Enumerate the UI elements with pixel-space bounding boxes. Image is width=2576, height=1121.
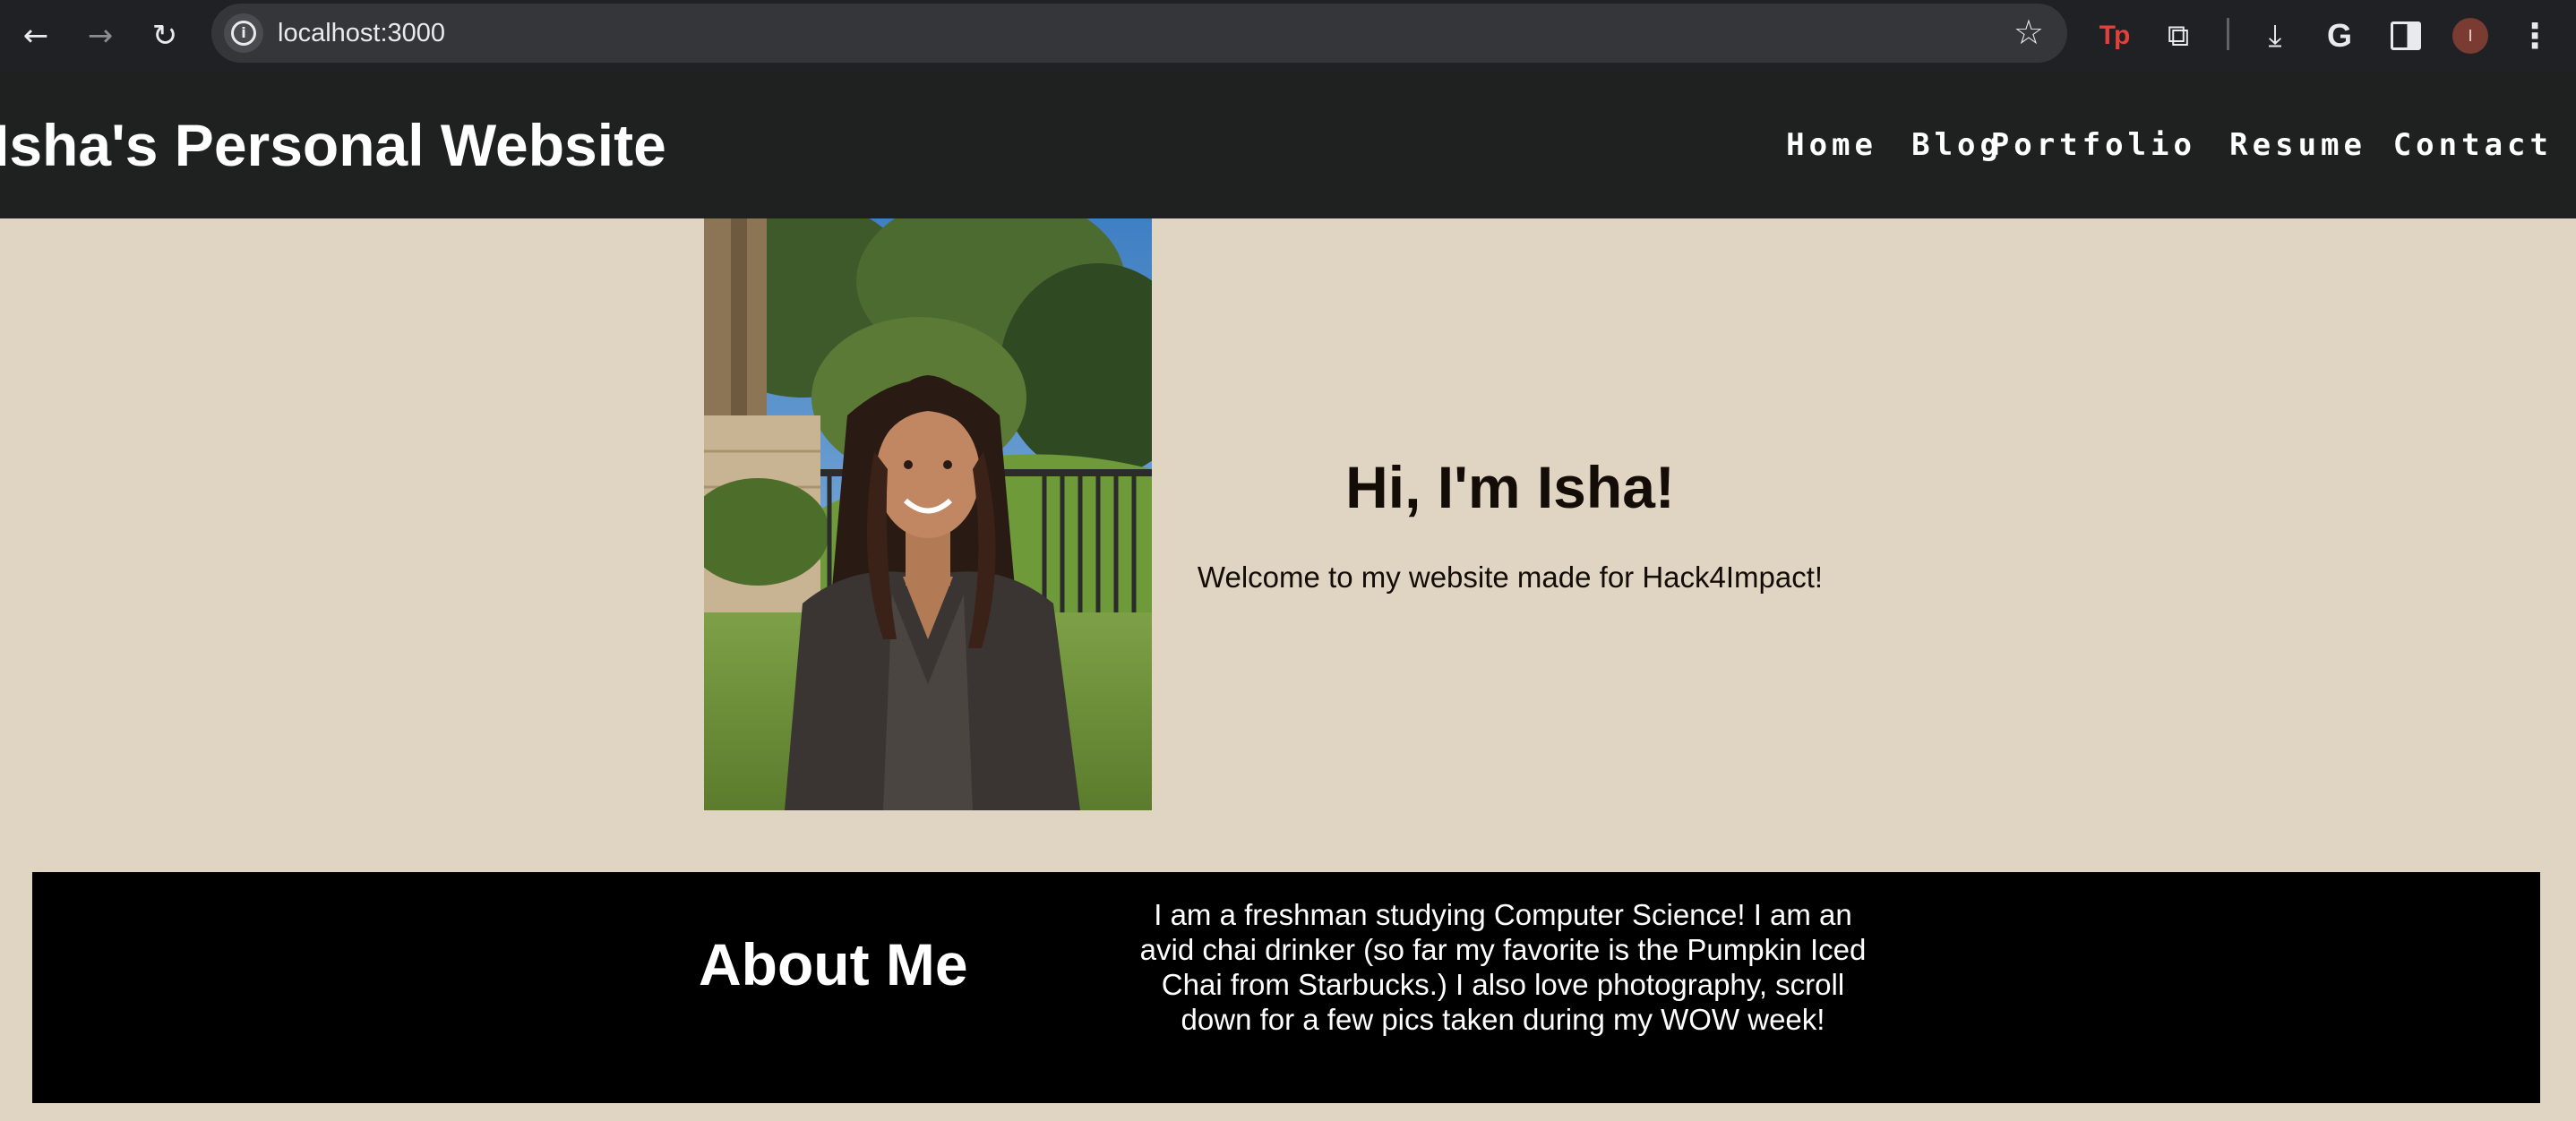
nav-link-contact[interactable]: Contact <box>2393 125 2553 165</box>
reload-button[interactable]: ↻ <box>140 11 190 61</box>
kebab-menu-icon[interactable]: ⋮ <box>2510 11 2560 61</box>
url-text[interactable]: localhost:3000 <box>278 16 445 50</box>
nav-link-portfolio[interactable]: Portfolio <box>1991 125 2196 165</box>
about-section: About Me I am a freshman studying Comput… <box>32 872 2540 1103</box>
about-title: About Me <box>699 931 968 997</box>
arrow-right-icon: → <box>87 18 114 54</box>
nav-link-blog[interactable]: Blog <box>1911 125 2003 165</box>
puzzle-icon[interactable]: ⧉ <box>2153 11 2203 61</box>
tp-extension-icon[interactable]: Tp <box>2089 11 2139 61</box>
reload-icon: ↻ <box>151 18 178 54</box>
star-icon[interactable]: ☆ <box>2014 13 2044 52</box>
download-icon[interactable]: ⤓ <box>2250 11 2300 61</box>
back-button[interactable]: ← <box>11 11 61 61</box>
hero-heading: Hi, I'm Isha! <box>1345 454 1675 520</box>
site-header: Isha's Personal Website Home Blog Portfo… <box>0 72 2576 218</box>
site-title[interactable]: Isha's Personal Website <box>0 107 666 183</box>
address-bar[interactable]: i localhost:3000 ☆ <box>211 4 2067 63</box>
side-panel-icon[interactable] <box>2381 11 2431 61</box>
hero-subtitle: Welcome to my website made for Hack4Impa… <box>1197 560 1824 594</box>
nav-link-resume[interactable]: Resume <box>2229 125 2366 165</box>
profile-avatar[interactable]: I <box>2445 11 2495 61</box>
arrow-left-icon: ← <box>22 18 49 54</box>
toolbar-divider <box>2227 18 2229 50</box>
google-icon[interactable]: G <box>2314 11 2365 61</box>
about-text: I am a freshman studying Computer Scienc… <box>1139 898 1867 1036</box>
nav-link-home[interactable]: Home <box>1786 125 1877 165</box>
forward-button[interactable]: → <box>75 11 125 61</box>
browser-toolbar: ← → ↻ i localhost:3000 ☆ Tp ⧉ ⤓ G I ⋮ <box>0 0 2576 72</box>
profile-photo <box>704 218 1152 810</box>
site-info-button[interactable]: i <box>224 13 263 53</box>
info-icon: i <box>231 21 256 46</box>
